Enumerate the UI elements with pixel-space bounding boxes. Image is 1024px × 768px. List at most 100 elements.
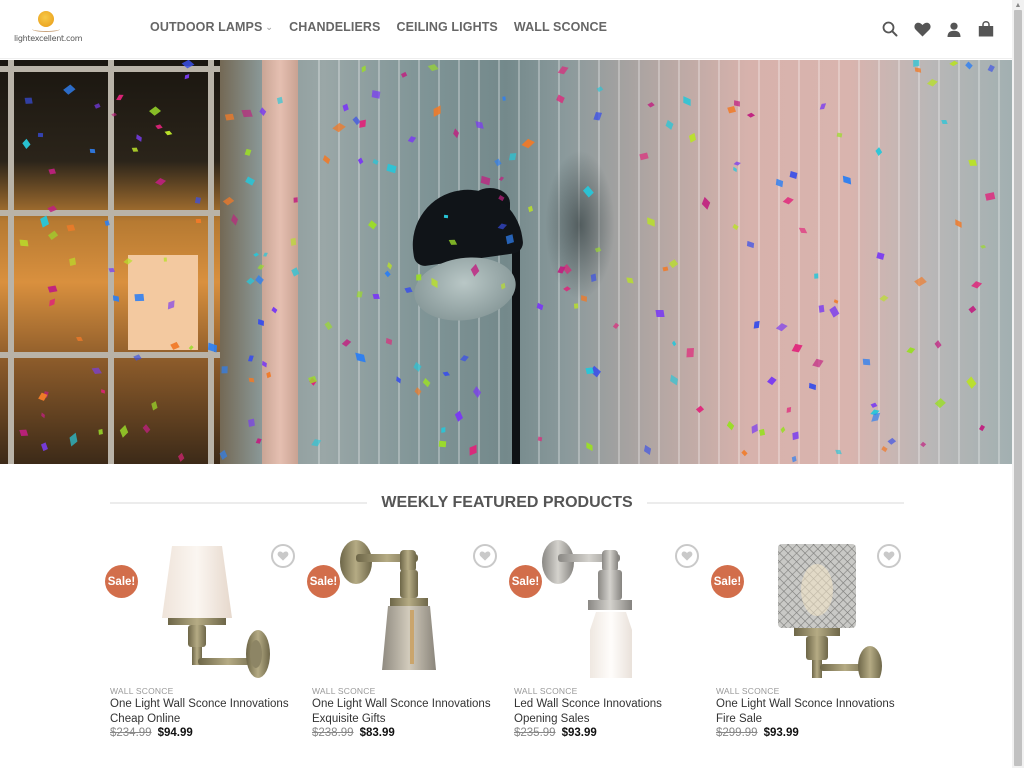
confetti-piece — [222, 197, 234, 206]
confetti-piece — [242, 109, 254, 117]
confetti-piece — [163, 257, 167, 262]
divider — [110, 502, 368, 504]
confetti-piece — [527, 205, 533, 213]
account-button[interactable] — [938, 18, 970, 40]
nav-label: CEILING LIGHTS — [396, 20, 498, 34]
sale-price: $93.99 — [561, 727, 597, 739]
confetti-piece — [506, 233, 514, 244]
confetti-piece — [416, 274, 421, 281]
confetti-piece — [438, 440, 446, 447]
search-icon — [882, 21, 898, 37]
product-title[interactable]: One Light Wall Sconce Innovations Cheap … — [110, 697, 295, 726]
site-header: lightexcellent.com OUTDOOR LAMPS ⌄ CHAND… — [0, 0, 1012, 59]
confetti-piece — [248, 418, 256, 427]
product-category[interactable]: WALL SCONCE — [312, 686, 375, 696]
window-frame — [0, 352, 220, 358]
confetti-piece — [89, 148, 95, 153]
product-image[interactable] — [514, 540, 700, 678]
cart-button[interactable] — [970, 18, 1002, 40]
confetti-piece — [862, 358, 871, 365]
confetti-piece — [252, 252, 259, 257]
wishlist-button[interactable] — [271, 544, 295, 568]
scrollbar-thumb[interactable] — [1014, 10, 1022, 766]
heart-icon — [883, 551, 895, 561]
nav-item-chandeliers[interactable]: CHANDELIERS — [289, 20, 380, 34]
product-grid: Sale! WALL SCONCE One Light Wall Sconce … — [102, 538, 910, 748]
sale-badge: Sale! — [105, 565, 138, 598]
nav-item-wall-sconce[interactable]: WALL SCONCE — [514, 20, 607, 34]
original-price: $235.99 — [514, 727, 556, 739]
confetti-piece — [915, 67, 922, 73]
section-title: WEEKLY FEATURED PRODUCTS — [381, 494, 633, 511]
product-image[interactable] — [110, 540, 296, 678]
confetti-piece — [818, 304, 825, 313]
confetti-piece — [443, 215, 449, 219]
page-scrollbar[interactable]: ▲ — [1012, 0, 1024, 768]
confetti-piece — [686, 347, 695, 357]
nav-item-ceiling-lights[interactable]: CEILING LIGHTS — [396, 20, 497, 34]
product-title[interactable]: One Light Wall Sconce Innovations Fire S… — [716, 697, 901, 726]
confetti-piece — [508, 153, 516, 161]
window-frame — [8, 60, 14, 464]
confetti-piece — [131, 148, 138, 152]
sale-badge: Sale! — [307, 565, 340, 598]
original-price: $238.99 — [312, 727, 354, 739]
wall-sconce-image — [778, 544, 882, 686]
confetti-piece — [595, 247, 602, 252]
product-price: $238.99 $83.99 — [312, 727, 395, 739]
product-title[interactable]: One Light Wall Sconce Innovations Exquis… — [312, 697, 497, 726]
confetti-piece — [968, 159, 978, 166]
header-actions — [874, 18, 1002, 40]
confetti-piece — [247, 355, 254, 362]
product-category[interactable]: WALL SCONCE — [716, 686, 779, 696]
wishlist-button[interactable] — [877, 544, 901, 568]
confetti-piece — [257, 319, 264, 327]
confetti-piece — [19, 239, 29, 247]
sale-badge: Sale! — [509, 565, 542, 598]
hero-curtain — [262, 60, 298, 464]
shopping-bag-icon — [978, 21, 994, 37]
heart-icon — [277, 551, 289, 561]
window-frame — [208, 60, 214, 464]
product-card[interactable]: Sale! WALL SCONCE One Light Wall Sconce … — [708, 538, 910, 748]
product-category[interactable]: WALL SCONCE — [514, 686, 577, 696]
confetti-piece — [758, 428, 765, 436]
site-logo[interactable]: lightexcellent.com — [14, 8, 83, 48]
main-nav: OUTDOOR LAMPS ⌄ CHANDELIERS CEILING LIGH… — [150, 20, 623, 34]
confetti-piece — [107, 267, 115, 273]
confetti-piece — [655, 309, 665, 317]
wall-sconce-image — [162, 546, 270, 678]
product-price: $234.99 $94.99 — [110, 727, 193, 739]
confetti-piece — [219, 449, 228, 460]
hero-banner[interactable] — [0, 60, 1012, 464]
wishlist-button[interactable] — [906, 18, 938, 40]
product-card[interactable]: Sale! WALL SCONCE Led Wall Sconce Innova… — [506, 538, 708, 748]
product-title[interactable]: Led Wall Sconce Innovations Opening Sale… — [514, 697, 699, 726]
confetti-piece — [69, 257, 77, 267]
confetti-piece — [221, 366, 229, 374]
product-price: $299.99 $93.99 — [716, 727, 799, 739]
nav-label: WALL SCONCE — [513, 20, 608, 34]
confetti-piece — [404, 287, 413, 293]
product-card[interactable]: Sale! WALL SCONCE One Light Wall Sconce … — [304, 538, 506, 748]
scroll-up-arrow-icon[interactable]: ▲ — [1014, 2, 1022, 10]
nav-item-outdoor-lamps[interactable]: OUTDOOR LAMPS ⌄ — [150, 20, 273, 34]
window-light — [128, 255, 198, 350]
wishlist-button[interactable] — [675, 544, 699, 568]
product-card[interactable]: Sale! WALL SCONCE One Light Wall Sconce … — [102, 538, 304, 748]
original-price: $299.99 — [716, 727, 758, 739]
search-button[interactable] — [874, 18, 906, 40]
product-image[interactable] — [716, 540, 902, 686]
confetti-piece — [792, 431, 800, 441]
original-price: $234.99 — [110, 727, 152, 739]
chevron-down-icon: ⌄ — [265, 21, 274, 32]
confetti-piece — [230, 214, 239, 227]
heart-icon — [681, 551, 693, 561]
hero-wall-stripes — [300, 60, 1012, 464]
product-category[interactable]: WALL SCONCE — [110, 686, 173, 696]
wishlist-button[interactable] — [473, 544, 497, 568]
confetti-piece — [255, 438, 262, 445]
sale-price: $83.99 — [359, 727, 395, 739]
confetti-piece — [245, 149, 252, 157]
product-image[interactable] — [312, 540, 498, 678]
